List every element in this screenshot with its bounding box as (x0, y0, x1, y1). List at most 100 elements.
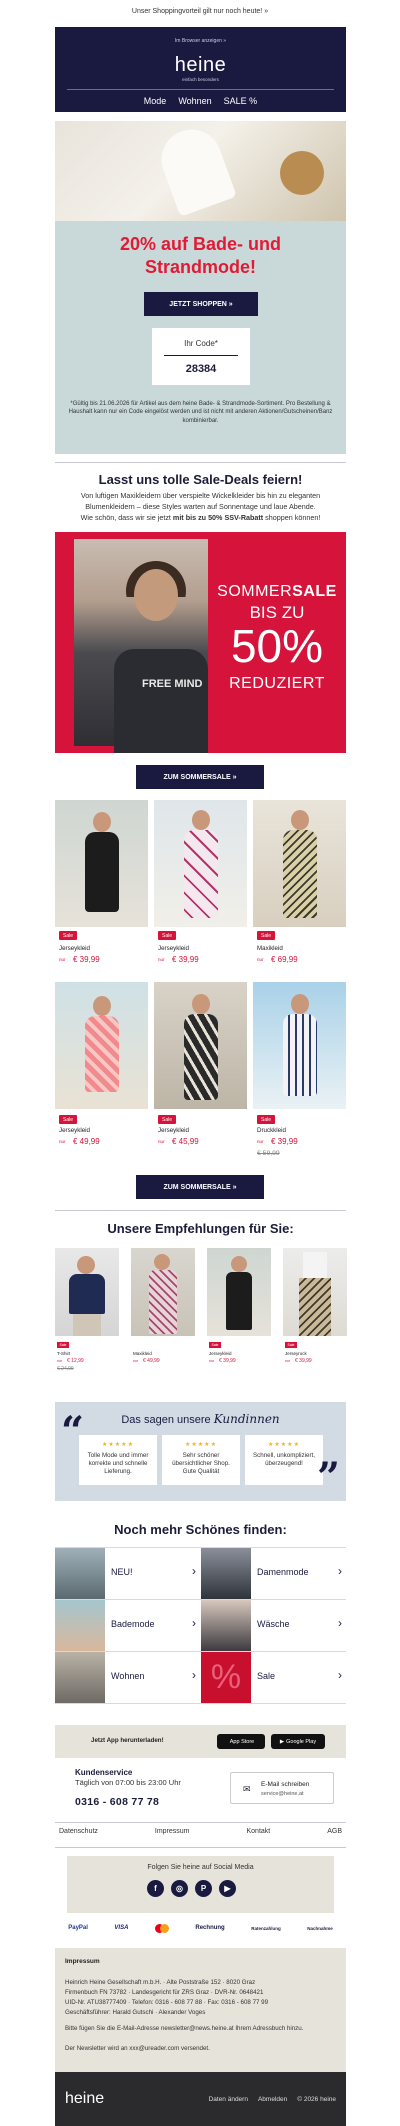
product-name[interactable]: Maxikleid (257, 945, 283, 952)
sale-badge: Sale (257, 1115, 275, 1124)
app-store-button[interactable]: App Store (217, 1734, 265, 1749)
terms-link[interactable]: AGB (327, 1828, 342, 1842)
product-image[interactable] (55, 1248, 119, 1336)
instagram-icon[interactable]: ◎ (171, 1880, 188, 1897)
product-price: € 39,99 (295, 1358, 312, 1364)
product-image[interactable] (253, 800, 346, 927)
product-card[interactable]: Sale Druckkleid nur € 39,99 € 59,99 (253, 982, 346, 1157)
play-icon: ▶ (279, 1738, 285, 1745)
google-play-button[interactable]: ▶ Google Play (271, 1734, 325, 1749)
summer-sale-button-2[interactable]: ZUM SOMMERSALE » (136, 1175, 264, 1199)
nav-item-mode[interactable]: Mode (144, 96, 167, 106)
product-image[interactable] (55, 800, 148, 927)
recommendations-heading: Unsere Empfehlungen für Sie: (107, 1221, 294, 1236)
star-rating-icon: ★★★★★ (268, 1442, 300, 1448)
product-card[interactable]: Sale Jerseykleid nur € 39,99 (154, 800, 247, 970)
product-name[interactable]: Maxikleid (133, 1351, 152, 1356)
promo-headline: 20% auf Bade- und Strandmode! (119, 234, 282, 277)
product-image[interactable] (253, 982, 346, 1109)
product-card[interactable]: Sale Jerseykleid nur € 49,99 (55, 982, 148, 1157)
banner-title: SOMMERSALE (217, 583, 337, 600)
view-in-browser-link[interactable]: Im Browser anzeigen » (55, 38, 346, 44)
product-image[interactable] (131, 1248, 195, 1336)
straw-bag-shape (280, 151, 324, 195)
product-name[interactable]: Jerseykleid (158, 945, 189, 952)
shirt-print: FREE MIND (142, 678, 203, 690)
recommendation-card[interactable]: Maxikleid nur € 49,99 (131, 1248, 195, 1373)
mastercard-icon (154, 1923, 169, 1933)
customer-service: Kundenservice Täglich von 07:00 bis 23:0… (55, 1760, 346, 1820)
imprint-heading: Impressum (65, 1958, 100, 1965)
preheader-link[interactable]: Unser Shoppingvorteil gilt nur noch heut… (0, 8, 400, 15)
product-price: € 49,99 (143, 1358, 160, 1364)
category-link-damenmode[interactable]: Damenmode › (201, 1548, 346, 1599)
category-image (55, 1600, 105, 1651)
quote-close-icon: ” (316, 1454, 340, 1501)
category-link-waesche[interactable]: Wäsche › (201, 1600, 346, 1651)
chevron-right-icon: › (192, 1668, 196, 1682)
visa-icon: VISA (114, 1925, 129, 1931)
shop-now-button[interactable]: JETZT SHOPPEN » (144, 292, 258, 316)
category-link-wohnen[interactable]: Wohnen › (55, 1652, 200, 1703)
product-image[interactable] (55, 982, 148, 1109)
email-us-button[interactable]: ✉ E-Mail schreiben service@heine.at (230, 1772, 334, 1804)
email-page: Unser Shoppingvorteil gilt nur noch heut… (0, 0, 400, 2126)
product-name[interactable]: Jerseykleid (59, 1127, 90, 1134)
product-price: € 39,99 (172, 955, 199, 964)
product-card[interactable]: Sale Jerseykleid nur € 45,99 (154, 982, 247, 1157)
contact-link[interactable]: Kontakt (246, 1828, 270, 1842)
section-divider (55, 462, 346, 463)
installments-icon: Ratenzahlung (251, 1925, 281, 1931)
payment-methods: PayPal VISA Rechnung Ratenzahlung Nachna… (55, 1918, 346, 1938)
swimwear-promo: 20% auf Bade- und Strandmode! JETZT SHOP… (55, 121, 346, 454)
privacy-link[interactable]: Datenschutz (59, 1828, 98, 1842)
product-image[interactable] (283, 1248, 347, 1336)
nav-divider (67, 89, 334, 90)
category-link-bademode[interactable]: Bademode › (55, 1600, 200, 1651)
model-photo: FREE MIND (74, 539, 208, 753)
product-name[interactable]: Jerseykleid (209, 1351, 232, 1356)
reviews-title: Das sagen unsere Kundinnen (121, 1412, 280, 1426)
product-name[interactable]: Jerseykleid (158, 1127, 189, 1134)
youtube-icon[interactable]: ▶ (219, 1880, 236, 1897)
summer-sale-banner[interactable]: FREE MIND SOMMERSALE BIS ZU 50% REDUZIER… (55, 532, 346, 753)
category-link-sale[interactable]: % Sale › (201, 1652, 346, 1703)
percent-icon: % (201, 1652, 251, 1703)
sale-badge: Sale (158, 931, 176, 940)
product-image[interactable] (154, 982, 247, 1109)
unsubscribe-link[interactable]: Abmelden (258, 2096, 287, 2103)
promo-fineprint: *Gültig bis 21.06.2026 für Artikel aus d… (68, 401, 333, 424)
product-card[interactable]: Sale Jerseykleid nur € 39,99 (55, 800, 148, 970)
service-phone[interactable]: 0316 - 608 77 78 (75, 1796, 159, 1808)
review-card: ★★★★★ Tolle Mode und immer korrekte und … (79, 1435, 157, 1485)
summer-sale-button[interactable]: ZUM SOMMERSALE » (136, 765, 264, 789)
recommendation-card[interactable]: Sale Jerseykleid nur € 39,99 (207, 1248, 271, 1373)
footer-account-links: Daten ändern Abmelden © 2026 heine (209, 2096, 336, 2103)
product-name[interactable]: T-Shirt (57, 1351, 70, 1356)
product-name[interactable]: Druckkleid (257, 1127, 286, 1134)
product-name[interactable]: Jerseykleid (59, 945, 90, 952)
nav-item-wohnen[interactable]: Wohnen (178, 96, 211, 106)
recommendation-card[interactable]: Sale Jerseyrock nur € 39,99 (283, 1248, 347, 1373)
product-price: € 12,99 (67, 1358, 84, 1364)
pinterest-icon[interactable]: P (195, 1880, 212, 1897)
beach-flatlay-image[interactable] (55, 121, 346, 221)
product-card[interactable]: Sale Maxikleid nur € 69,99 (253, 800, 346, 970)
imprint-link[interactable]: Impressum (155, 1828, 190, 1842)
star-rating-icon: ★★★★★ (185, 1442, 217, 1448)
sale-intro-text: Von luftigen Maxikleidern über verspielt… (80, 491, 321, 523)
product-image[interactable] (154, 800, 247, 927)
product-price: € 45,99 (172, 1137, 199, 1146)
change-data-link[interactable]: Daten ändern (209, 2096, 248, 2103)
chevron-right-icon: › (192, 1564, 196, 1578)
footer: heine Daten ändern Abmelden © 2026 heine (55, 2072, 346, 2126)
facebook-icon[interactable]: f (147, 1880, 164, 1897)
product-name[interactable]: Jerseyrock (285, 1351, 307, 1356)
product-image[interactable] (207, 1248, 271, 1336)
heine-logo[interactable]: heine (55, 54, 346, 77)
footer-links: Datenschutz Impressum Kontakt AGB (55, 1828, 346, 1842)
recommendation-card[interactable]: Sale T-Shirt nur € 12,99 € 24,99 (55, 1248, 119, 1373)
category-link-new[interactable]: NEU! › (55, 1548, 200, 1599)
footer-logo[interactable]: heine (65, 2090, 104, 2108)
nav-item-sale[interactable]: SALE % (224, 96, 258, 106)
